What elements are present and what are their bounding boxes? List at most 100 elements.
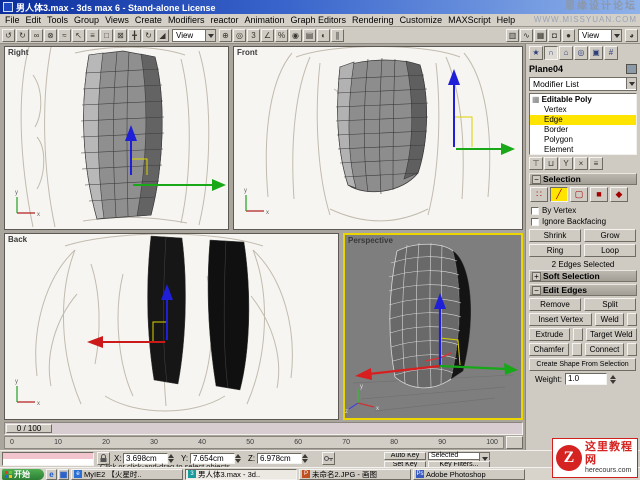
polygon-subobject-button[interactable]: ■ (590, 187, 608, 202)
mirror-icon[interactable]: ◐ (317, 29, 330, 42)
chamfer-button[interactable]: Chamfer (529, 343, 569, 356)
stack-subobject-row[interactable]: Edge (530, 115, 636, 125)
mesh-model[interactable] (336, 58, 428, 194)
selection-rollout-header[interactable]: − Selection (529, 173, 637, 185)
curve-editor-icon[interactable]: ∿ (520, 29, 533, 42)
start-button[interactable]: 开始 (2, 469, 44, 480)
weld-settings-button[interactable] (627, 313, 637, 326)
connect-settings-button[interactable] (627, 343, 637, 356)
viewport-back[interactable]: Back (4, 233, 339, 420)
quicklaunch-browser-icon[interactable]: e (46, 469, 57, 480)
extrude-settings-button[interactable] (573, 328, 583, 341)
align-icon[interactable]: ∥ (331, 29, 344, 42)
connect-button[interactable]: Connect (585, 343, 625, 356)
weld-button[interactable]: Weld (595, 313, 624, 326)
modifier-list-dropdown[interactable]: Modifier List (529, 77, 637, 91)
select-scale-icon[interactable]: ◢ (156, 29, 169, 42)
viewport-perspective-label[interactable]: Perspective (348, 236, 393, 245)
render-type-dropdown[interactable]: View (578, 29, 622, 42)
ring-button[interactable]: Ring (529, 244, 581, 257)
maxscript-mini-listener[interactable] (2, 452, 94, 466)
menu-item[interactable]: MAXScript (445, 15, 494, 25)
percent-snap-icon[interactable]: % (275, 29, 288, 42)
select-link-icon[interactable]: ∞ (30, 29, 43, 42)
title-bar[interactable]: 男人体3.max - 3ds max 6 - Stand-alone Licen… (0, 0, 640, 14)
remove-modifier-button[interactable]: × (574, 157, 588, 170)
material-editor-icon[interactable]: ◘ (548, 29, 561, 42)
select-object-icon[interactable]: ↖ (72, 29, 85, 42)
collapse-icon[interactable]: − (532, 286, 541, 295)
by-vertex-checkbox[interactable] (531, 207, 539, 215)
utilities-tab[interactable]: # (604, 46, 618, 60)
menu-item[interactable]: Group (71, 15, 102, 25)
motion-tab[interactable]: ◎ (574, 46, 588, 60)
quick-render-icon[interactable]: ◕ (625, 29, 638, 42)
snap-toggle-icon[interactable]: 3 (247, 29, 260, 42)
taskbar-task-button[interactable]: 3 男人体3.max - 3d.. (185, 469, 297, 480)
time-slider-handle[interactable]: 0 / 100 (6, 424, 52, 433)
use-pivot-center-icon[interactable]: ⊕ (219, 29, 232, 42)
hierarchy-tab[interactable]: ⌂ (559, 46, 573, 60)
menu-item[interactable]: reactor (207, 15, 241, 25)
make-unique-button[interactable]: Y (559, 157, 573, 170)
taskbar-task-button[interactable]: Ps Adobe Photoshop (413, 469, 525, 480)
auto-key-button[interactable]: Auto Key (384, 452, 426, 460)
edit-edges-rollout-header[interactable]: − Edit Edges (529, 284, 637, 296)
vertex-subobject-button[interactable]: ∷ (530, 187, 548, 202)
key-mode-icon[interactable] (322, 452, 335, 465)
bind-spacewarp-icon[interactable]: ≈ (58, 29, 71, 42)
stack-subobject-row[interactable]: Vertex (530, 105, 636, 115)
window-crossing-icon[interactable]: ⊠ (114, 29, 127, 42)
show-end-result-button[interactable]: ⊔ (544, 157, 558, 170)
menu-item[interactable]: Modifiers (165, 15, 208, 25)
taskbar-task-button[interactable]: P 未命名2.JPG - 画图 (299, 469, 411, 480)
layer-manager-icon[interactable]: ▥ (506, 29, 519, 42)
pin-stack-button[interactable]: ⊤ (529, 157, 543, 170)
redo-icon[interactable]: ↻ (16, 29, 29, 42)
named-selection-sets-icon[interactable]: ▤ (303, 29, 316, 42)
select-by-name-icon[interactable]: ≡ (86, 29, 99, 42)
element-subobject-button[interactable]: ◆ (610, 187, 628, 202)
grow-button[interactable]: Grow (584, 229, 636, 242)
shrink-button[interactable]: Shrink (529, 229, 581, 242)
undo-icon[interactable]: ↺ (2, 29, 15, 42)
menu-item[interactable]: File (2, 15, 23, 25)
rect-region-icon[interactable]: □ (100, 29, 113, 42)
key-selection-dropdown[interactable]: Selected (428, 452, 490, 460)
time-slider-track[interactable]: 0 / 100 (4, 422, 523, 435)
mesh-model[interactable] (81, 51, 164, 219)
loop-button[interactable]: Loop (584, 244, 636, 257)
extrude-button[interactable]: Extrude (529, 328, 570, 341)
edge-subobject-button[interactable]: ╱ (550, 187, 568, 202)
viewport-back-canvas[interactable]: xy (5, 234, 338, 419)
soft-selection-rollout-header[interactable]: + Soft Selection (529, 270, 637, 282)
stack-subobject-row[interactable]: Border (530, 125, 636, 135)
track-bar-end-button[interactable] (506, 436, 523, 449)
viewport-perspective-canvas[interactable]: xyz (345, 235, 521, 418)
render-scene-icon[interactable]: ● (562, 29, 575, 42)
chamfer-settings-button[interactable] (572, 343, 582, 356)
menu-item[interactable]: Create (132, 15, 165, 25)
mesh-model-backfacing[interactable] (148, 236, 249, 390)
remove-button[interactable]: Remove (529, 298, 581, 311)
viewport-front-canvas[interactable]: xy (234, 47, 522, 229)
menu-item[interactable]: Views (102, 15, 132, 25)
z-coord-spinner[interactable] (302, 454, 309, 463)
viewport-perspective-active[interactable]: Perspective (343, 233, 523, 420)
viewport-front[interactable]: Front (233, 46, 523, 230)
unlink-icon[interactable]: ⊗ (44, 29, 57, 42)
menu-item[interactable]: Animation (241, 15, 287, 25)
reference-coord-dropdown[interactable]: View (172, 29, 216, 42)
viewport-back-label[interactable]: Back (8, 235, 27, 244)
menu-item[interactable]: Graph Editors (288, 15, 350, 25)
create-shape-button[interactable]: Create Shape From Selection (529, 358, 636, 371)
display-tab[interactable]: ▣ (589, 46, 603, 60)
select-manipulate-icon[interactable]: ◎ (233, 29, 246, 42)
modify-tab[interactable]: ∩ (544, 46, 558, 60)
stack-subobject-row[interactable]: Element (530, 145, 636, 155)
viewport-right-canvas[interactable]: xy (5, 47, 228, 229)
ignore-backfacing-checkbox[interactable] (531, 218, 539, 226)
spinner-snap-icon[interactable]: ◉ (289, 29, 302, 42)
menu-item[interactable]: Help (494, 15, 519, 25)
weight-field[interactable]: 1.0 (565, 373, 607, 385)
